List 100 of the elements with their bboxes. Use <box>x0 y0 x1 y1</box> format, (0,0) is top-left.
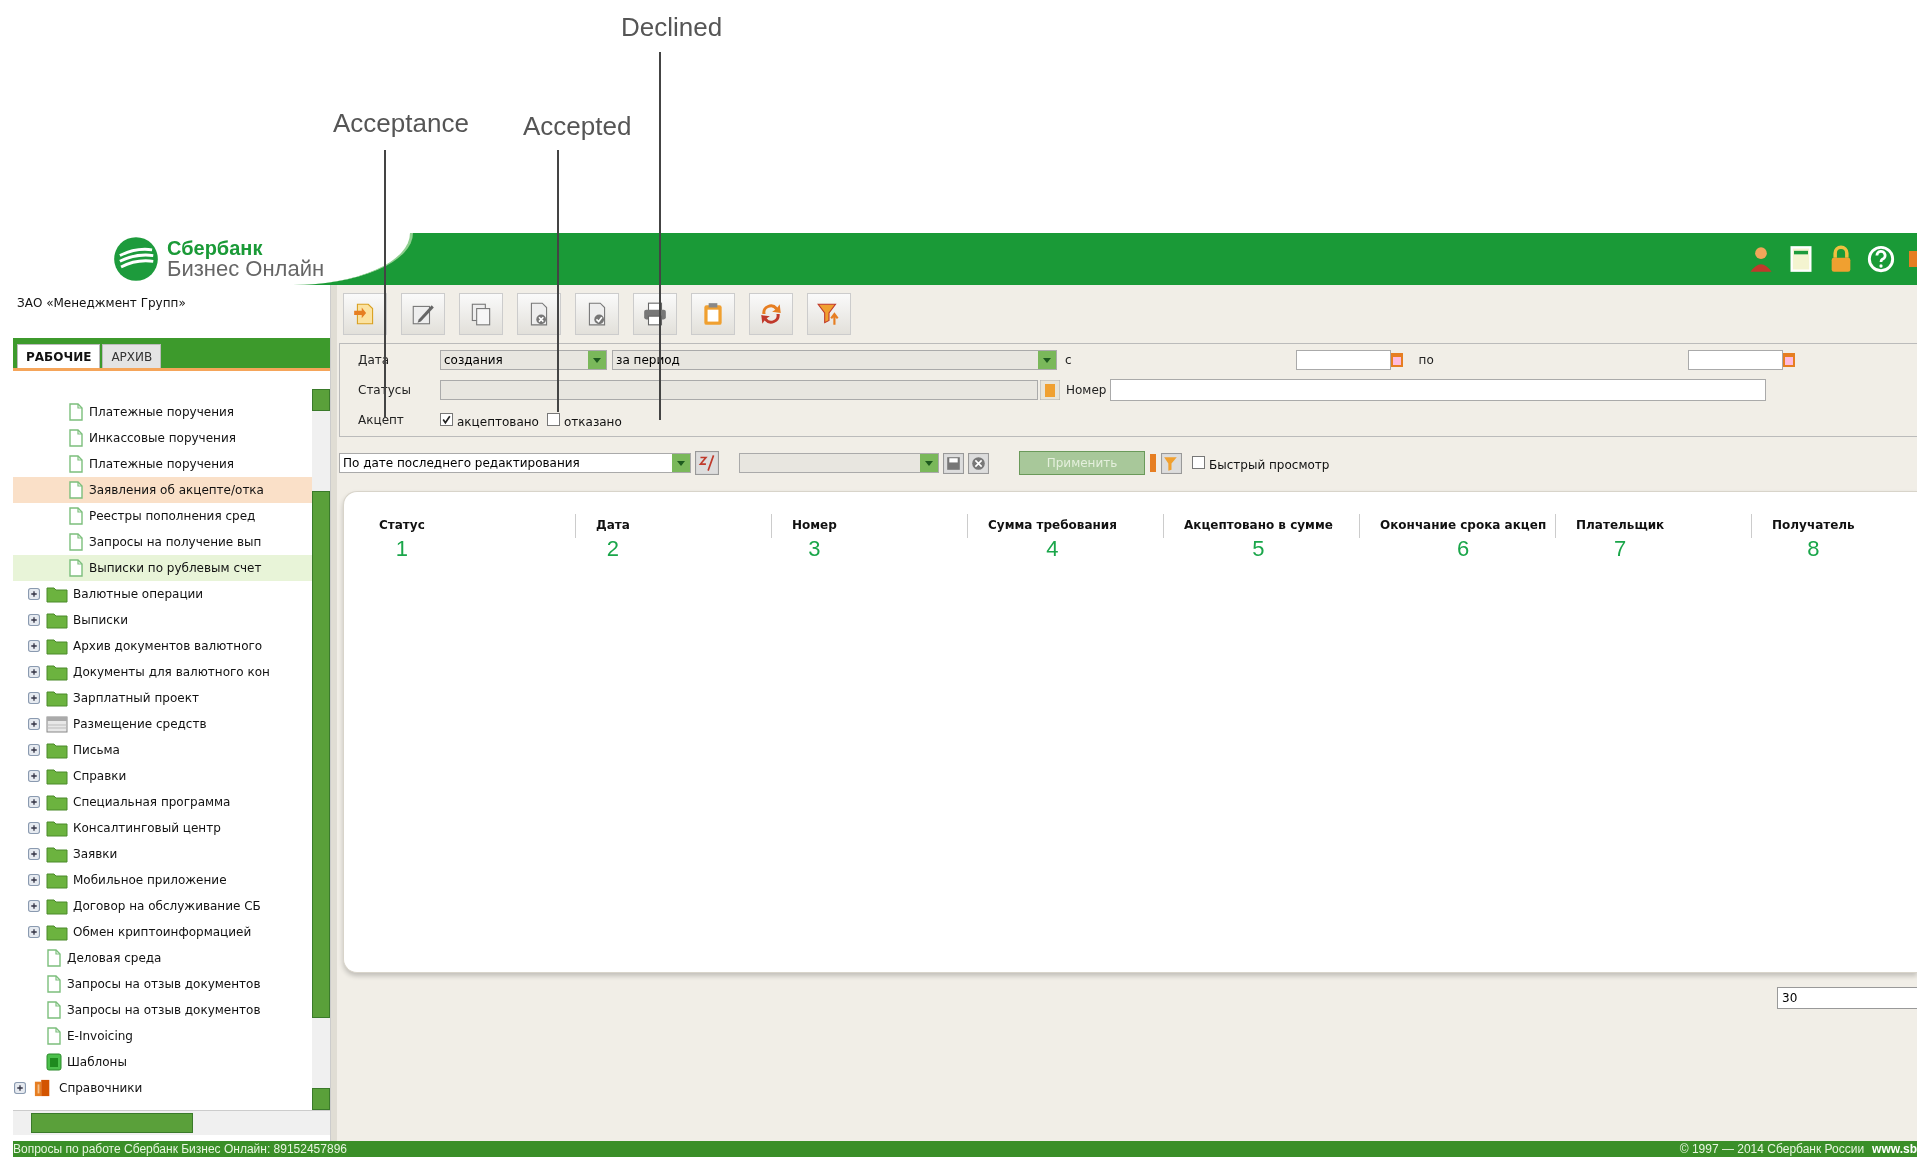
expand-icon[interactable] <box>28 822 40 834</box>
print-button[interactable] <box>633 293 677 335</box>
column-header[interactable]: Окончание срока акцеп <box>1380 518 1547 532</box>
clear-icon[interactable] <box>968 452 989 474</box>
expand-icon[interactable] <box>28 588 40 600</box>
page-size-field[interactable]: 30 <box>1777 987 1917 1009</box>
sort-dropdown[interactable]: По дате последнего редактирования <box>339 453 691 473</box>
tree-item[interactable]: Письма <box>13 737 312 763</box>
sign-button[interactable] <box>575 293 619 335</box>
tree-item[interactable]: Справочники <box>13 1075 312 1101</box>
document-icon <box>68 481 84 499</box>
column-header[interactable]: Статус <box>379 518 425 532</box>
copy-button[interactable] <box>459 293 503 335</box>
expand-icon[interactable] <box>28 796 40 808</box>
new-button[interactable] <box>343 293 387 335</box>
tree-item[interactable]: Заявления об акцепте/отка <box>13 477 312 503</box>
filter-add-icon[interactable] <box>1161 452 1182 474</box>
expand-icon[interactable] <box>28 718 40 730</box>
dropdown[interactable]: создания <box>440 350 607 370</box>
folder-icon <box>46 689 68 707</box>
expand-icon[interactable] <box>28 666 40 678</box>
tree-item[interactable]: Инкассовые поручения <box>13 425 312 451</box>
delete-button[interactable] <box>517 293 561 335</box>
column-header[interactable]: Акцептовано в сумме <box>1184 518 1333 532</box>
folder-icon <box>46 819 68 837</box>
tree-item[interactable]: Мобильное приложение <box>13 867 312 893</box>
tree-item[interactable]: Специальная программа <box>13 789 312 815</box>
tree-item[interactable]: Платежные поручения <box>13 399 312 425</box>
folder-icon <box>46 793 68 811</box>
date-field[interactable] <box>1295 350 1391 370</box>
column-header[interactable]: Сумма требования <box>988 518 1117 532</box>
expand-icon[interactable] <box>28 614 40 626</box>
help-icon[interactable] <box>1867 244 1895 274</box>
document-icon <box>68 507 84 525</box>
folder-icon <box>46 611 68 629</box>
tree-item[interactable]: Консалтинговый центр <box>13 815 312 841</box>
statuses-field[interactable] <box>440 380 1038 400</box>
scrollbar[interactable] <box>312 389 330 1110</box>
tree-item[interactable]: Запросы на получение вып <box>13 529 312 555</box>
expand-icon[interactable] <box>28 692 40 704</box>
tree-item[interactable]: Документы для валютного кон <box>13 659 312 685</box>
sidebar-tab[interactable]: РАБОЧИЕ <box>17 344 101 368</box>
checkbox[interactable]: акцептовано <box>440 411 539 429</box>
tree-item[interactable]: Договор на обслуживание СБ <box>13 893 312 919</box>
tree-item[interactable]: Выписки <box>13 607 312 633</box>
number-field[interactable] <box>1110 379 1767 401</box>
annotation-number: 5 <box>1252 536 1265 562</box>
book-icon[interactable] <box>1787 244 1815 274</box>
edit-button[interactable] <box>401 293 445 335</box>
expand-icon[interactable] <box>28 874 40 886</box>
document-icon <box>68 559 84 577</box>
tree-item[interactable]: Шаблоны <box>13 1049 312 1075</box>
checkbox[interactable]: Быстрый просмотр <box>1192 454 1330 472</box>
field-label: по <box>1418 353 1434 367</box>
filter-button[interactable] <box>807 293 851 335</box>
folder-icon <box>46 897 68 915</box>
expand-icon[interactable] <box>28 926 40 938</box>
caret-icon <box>924 458 934 468</box>
document-icon <box>46 1027 62 1045</box>
document-icon <box>68 403 84 421</box>
checkbox[interactable]: отказано <box>546 411 622 429</box>
save-icon[interactable] <box>943 452 964 474</box>
tree-item[interactable]: Размещение средств <box>13 711 312 737</box>
site-link[interactable]: www.sb <box>1872 1142 1917 1156</box>
expand-icon[interactable] <box>14 1082 26 1094</box>
sort-order-icon[interactable] <box>695 451 719 475</box>
clipboard-button[interactable] <box>691 293 735 335</box>
marker-icon[interactable] <box>1149 452 1157 474</box>
expand-icon[interactable] <box>28 770 40 782</box>
column-header[interactable]: Получатель <box>1772 518 1855 532</box>
column-header[interactable]: Плательщик <box>1576 518 1665 532</box>
tree-item[interactable]: Реестры пополнения сред <box>13 503 312 529</box>
tree-item[interactable]: Запросы на отзыв документов <box>13 971 312 997</box>
annotation-label: Accepted <box>523 111 632 142</box>
tree-item[interactable]: E-Invoicing <box>13 1023 312 1049</box>
document-icon <box>68 429 84 447</box>
field-label: Номер <box>1066 383 1107 397</box>
tree-item[interactable]: Выписки по рублевым счет <box>13 555 312 581</box>
tree-item[interactable]: Деловая среда <box>13 945 312 971</box>
sidebar-tab[interactable]: АРХИВ <box>102 344 162 368</box>
date-field[interactable] <box>1687 350 1783 370</box>
tree-item[interactable]: Заявки <box>13 841 312 867</box>
tree-item[interactable]: Зарплатный проект <box>13 685 312 711</box>
expand-icon[interactable] <box>28 640 40 652</box>
refresh-button[interactable] <box>749 293 793 335</box>
tree-item[interactable]: Обмен криптоинформацией <box>13 919 312 945</box>
tree-item[interactable]: Справки <box>13 763 312 789</box>
tree-item[interactable]: Платежные поручения <box>13 451 312 477</box>
column-header[interactable]: Дата <box>596 518 630 532</box>
folder-icon <box>46 923 68 941</box>
column-header[interactable]: Номер <box>792 518 837 532</box>
expand-icon[interactable] <box>28 848 40 860</box>
tree-item[interactable]: Запросы на отзыв документов <box>13 997 312 1023</box>
tree-item[interactable]: Валютные операции <box>13 581 312 607</box>
tree-item[interactable]: Архив документов валютного <box>13 633 312 659</box>
scrollbar[interactable] <box>13 1110 330 1135</box>
checkmark-icon <box>441 413 452 425</box>
expand-icon[interactable] <box>28 900 40 912</box>
expand-icon[interactable] <box>28 744 40 756</box>
document-icon <box>68 533 84 551</box>
